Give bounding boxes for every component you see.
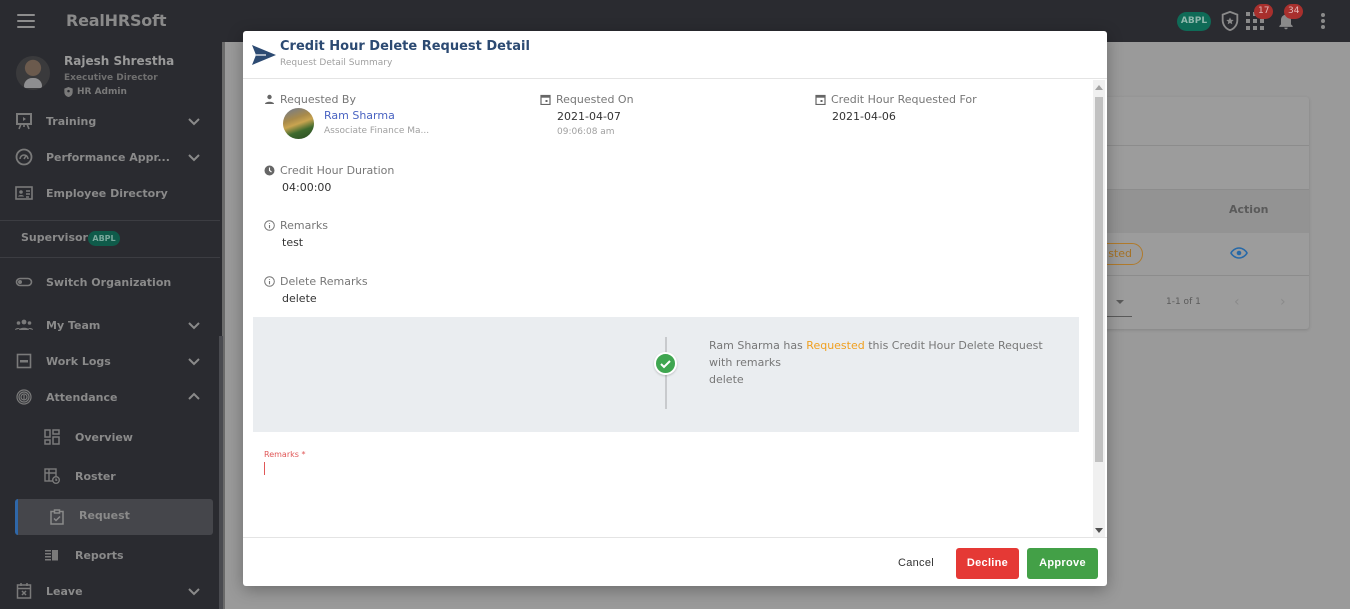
supervisor-label: Supervisor (21, 231, 88, 244)
dialog-body: Requested By Ram Sharma Associate Financ… (243, 80, 1093, 537)
chevron-down-icon (188, 154, 200, 162)
sidebar-scrollbar[interactable] (219, 336, 223, 609)
sidebar-item-employee-directory[interactable]: Employee Directory (0, 178, 222, 208)
eye-icon[interactable] (1230, 247, 1248, 259)
send-icon (252, 45, 276, 65)
user-name: Rajesh Shrestha (64, 54, 175, 68)
menu-icon[interactable] (17, 14, 35, 28)
decline-button[interactable]: Decline (956, 548, 1019, 579)
sidebar-subitem-roster[interactable]: Roster (0, 461, 222, 491)
chevron-down-icon (188, 588, 200, 596)
user-avatar (16, 56, 50, 90)
calendar-icon (815, 94, 826, 105)
requested-on-time: 09:06:08 am (557, 127, 615, 137)
info-icon (264, 220, 275, 231)
prev-page-icon[interactable]: ‹ (1234, 294, 1240, 310)
gauge-icon (15, 148, 33, 166)
remarks-label: Remarks (264, 219, 328, 232)
sidebar-subitem-reports[interactable]: Reports (0, 540, 222, 570)
supervisor-org-badge: ABPL (88, 231, 120, 246)
fingerprint-icon (16, 389, 32, 405)
sidebar-item-training[interactable]: Training (0, 106, 222, 136)
apps-count-badge: 17 (1254, 4, 1274, 19)
action-column-header: Action (1229, 203, 1269, 216)
chevron-up-icon (188, 392, 200, 400)
duration-value: 04:00:00 (282, 181, 332, 194)
next-page-icon[interactable]: › (1280, 294, 1286, 310)
requested-by-label: Requested By (264, 93, 356, 106)
team-icon (15, 319, 33, 330)
scrollbar-thumb[interactable] (1095, 97, 1103, 462)
sidebar-item-my-team[interactable]: My Team (0, 310, 222, 340)
dashboard-icon (44, 429, 60, 445)
dialog-title: Credit Hour Delete Request Detail (280, 39, 530, 54)
scroll-down-arrow[interactable] (1095, 528, 1103, 533)
request-timeline: Ram Sharma has Requested this Credit Hou… (253, 317, 1079, 432)
timeline-entry-text: Ram Sharma has Requested this Credit Hou… (709, 339, 1043, 386)
notifications-count-badge: 34 (1284, 4, 1304, 19)
sidebar-divider (0, 257, 220, 258)
calendar-clock-icon (44, 468, 60, 484)
dialog-scrollbar[interactable] (1093, 80, 1105, 537)
check-circle-icon (654, 352, 677, 375)
work-log-icon (16, 353, 32, 369)
requester-name-link[interactable]: Ram Sharma (324, 109, 395, 122)
requested-for-label: Credit Hour Requested For (815, 93, 977, 106)
shield-user-icon (64, 87, 73, 97)
clock-icon (264, 165, 275, 176)
remarks-input-label: Remarks * (264, 450, 306, 459)
user-profile[interactable]: Rajesh Shrestha Executive Director HR Ad… (0, 42, 222, 107)
id-card-icon (15, 186, 33, 200)
timeline-status: Requested (806, 339, 865, 352)
more-vert-icon[interactable] (1313, 11, 1333, 33)
sidebar: Rajesh Shrestha Executive Director HR Ad… (0, 42, 222, 609)
sidebar-item-work-logs[interactable]: Work Logs (0, 346, 222, 376)
chevron-down-icon (188, 322, 200, 330)
sidebar-item-attendance[interactable]: Attendance (0, 382, 222, 412)
calendar-icon (540, 94, 551, 105)
user-group: HR Admin (64, 87, 127, 97)
remarks-input[interactable] (264, 462, 265, 475)
dialog-subtitle: Request Detail Summary (280, 58, 393, 68)
requester-title: Associate Finance Ma... (324, 126, 430, 136)
requested-on-date: 2021-04-07 (557, 110, 621, 123)
pagination-info: 1-1 of 1 (1166, 297, 1201, 307)
approve-button[interactable]: Approve (1027, 548, 1098, 579)
requested-on-label: Requested On (540, 93, 634, 106)
duration-label: Credit Hour Duration (264, 164, 394, 177)
chevron-down-icon (188, 358, 200, 366)
requester-avatar (283, 108, 314, 139)
request-detail-dialog: Credit Hour Delete Request Detail Reques… (243, 31, 1107, 586)
requested-for-date: 2021-04-06 (832, 110, 896, 123)
cancel-button[interactable]: Cancel (883, 548, 949, 579)
background-table-header (1100, 190, 1309, 233)
brand-logo[interactable]: RealHRSoft (66, 11, 166, 30)
shield-star-icon[interactable] (1219, 10, 1241, 32)
info-icon (264, 276, 275, 287)
calendar-x-icon (16, 583, 32, 599)
delete-remarks-value: delete (282, 292, 317, 305)
sidebar-item-leave[interactable]: Leave (0, 576, 222, 606)
clipboard-check-icon (50, 509, 64, 525)
scroll-up-arrow[interactable] (1095, 85, 1103, 90)
org-badge[interactable]: ABPL (1177, 12, 1211, 31)
toggle-icon (15, 277, 33, 287)
reports-icon (45, 550, 58, 561)
dialog-footer: Cancel Decline Approve (243, 537, 1107, 586)
sidebar-subitem-overview[interactable]: Overview (0, 422, 222, 452)
caret-down-icon (1116, 300, 1124, 304)
user-role: Executive Director (64, 73, 158, 83)
chevron-down-icon (188, 118, 200, 126)
sidebar-divider (0, 220, 220, 221)
remarks-value: test (282, 236, 304, 249)
person-icon (265, 94, 274, 104)
sidebar-item-performance[interactable]: Performance Appr... (0, 142, 222, 172)
dialog-header: Credit Hour Delete Request Detail Reques… (243, 31, 1107, 79)
sidebar-subitem-request[interactable]: Request (15, 499, 213, 535)
sidebar-item-switch-organization[interactable]: Switch Organization (0, 267, 222, 297)
presentation-icon (16, 113, 32, 130)
delete-remarks-label: Delete Remarks (264, 275, 368, 288)
